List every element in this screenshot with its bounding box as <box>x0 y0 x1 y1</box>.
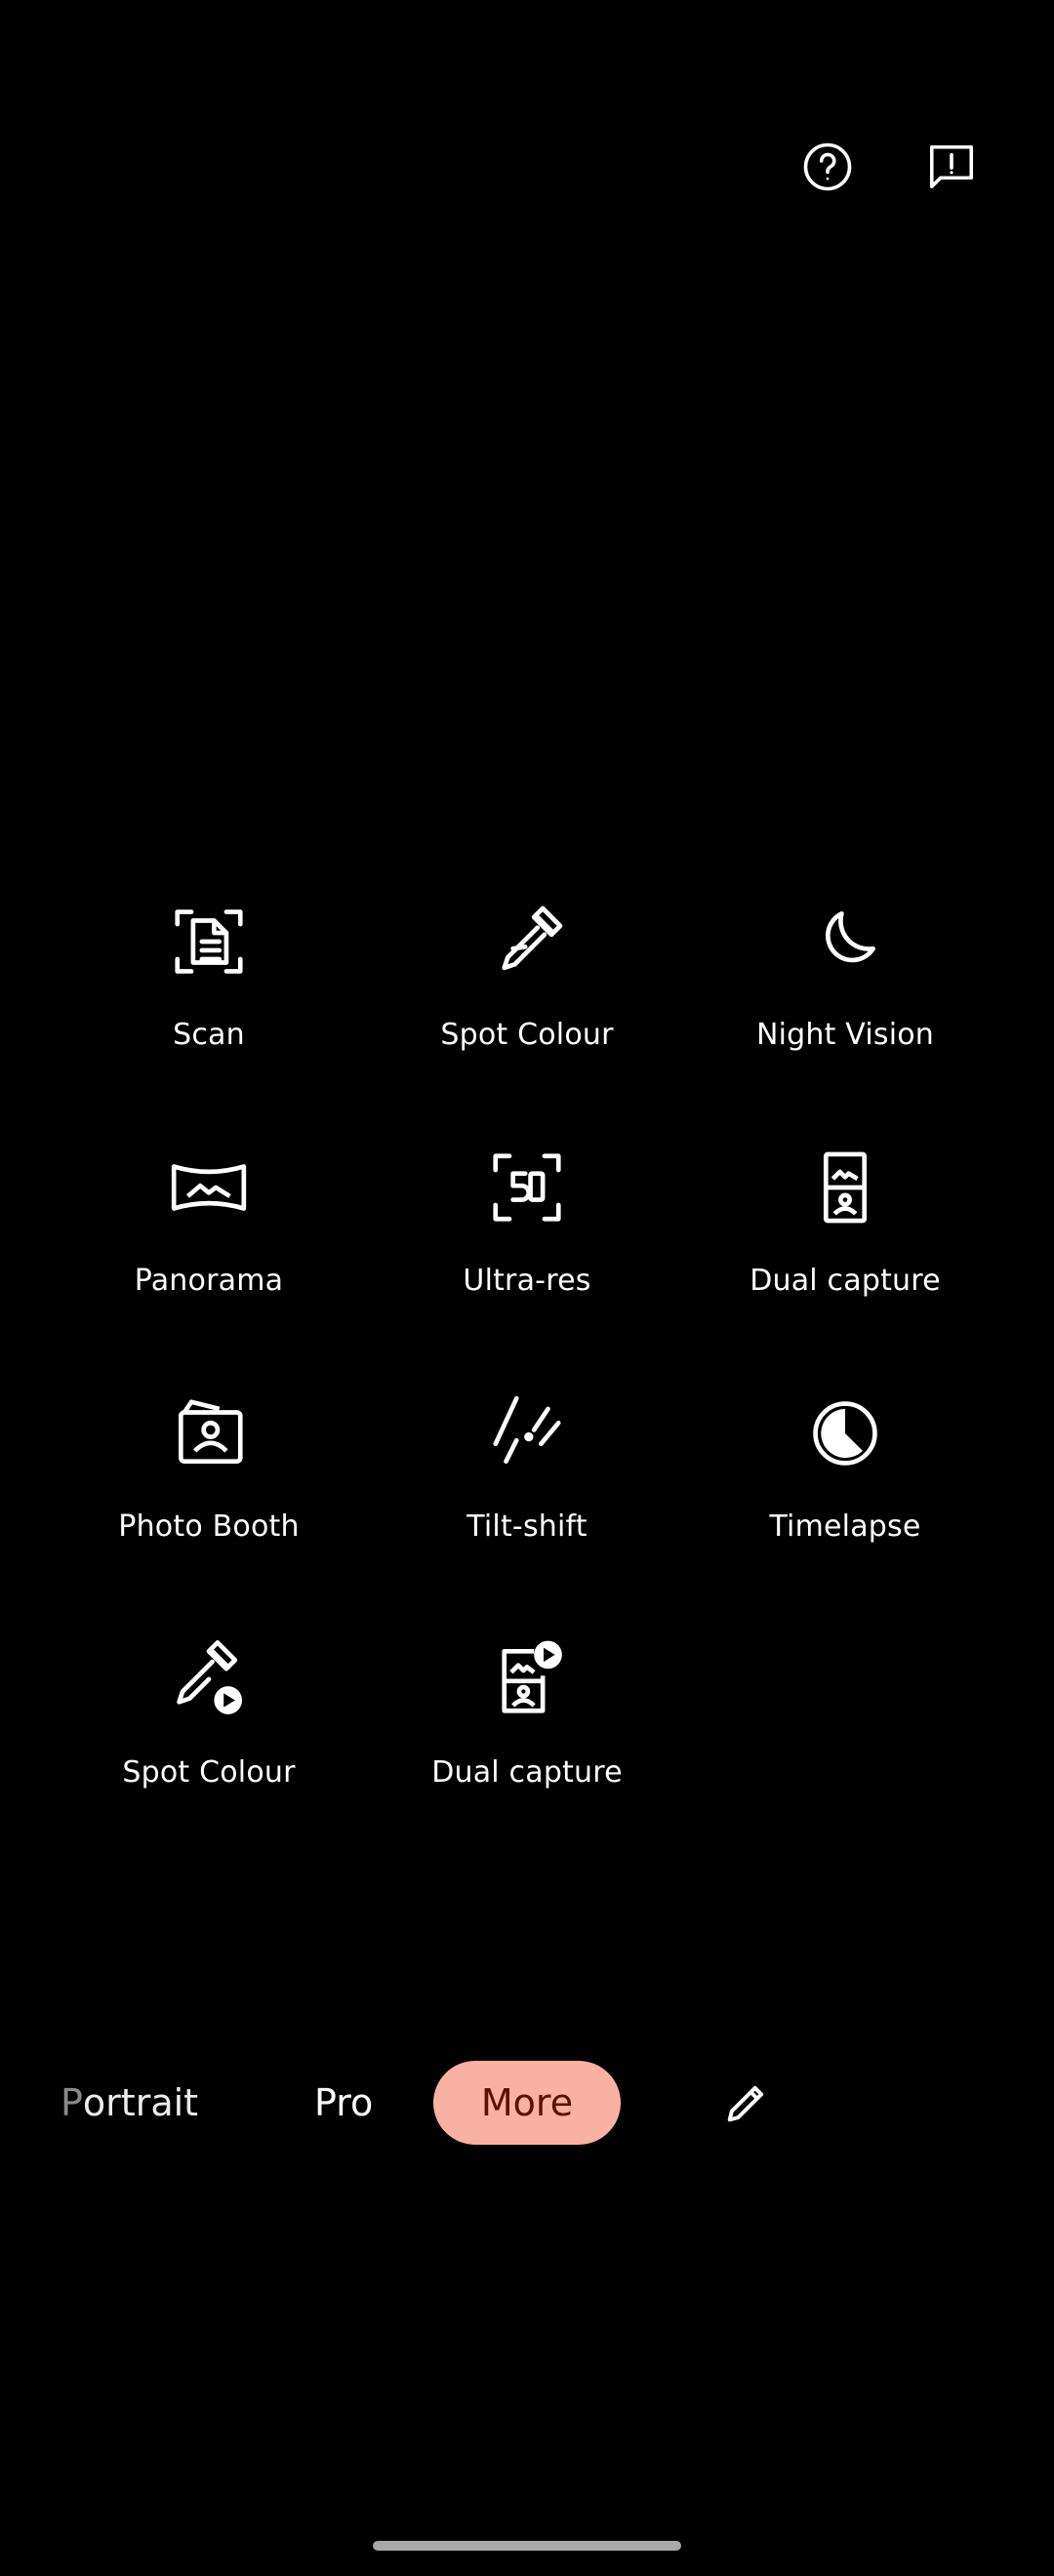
mode-ultra-res[interactable]: Ultra-res <box>368 1134 686 1329</box>
dual-capture-video-icon <box>473 1626 581 1733</box>
help-button[interactable] <box>793 133 862 201</box>
mode-dual-capture[interactable]: Dual capture <box>686 1134 1004 1329</box>
mode-label: Dual capture <box>750 1264 941 1298</box>
mode-tilt-shift[interactable]: Tilt-shift <box>368 1380 686 1575</box>
eyedropper-icon <box>473 888 581 995</box>
mode-label: Timelapse <box>769 1509 921 1544</box>
dual-capture-icon <box>791 1134 899 1241</box>
help-circle-icon <box>803 142 852 191</box>
mode-label: Spot Colour <box>122 1755 296 1790</box>
mode-panorama[interactable]: Panorama <box>50 1134 368 1329</box>
mode-tab-label: Pro <box>314 2081 374 2124</box>
mode-tab-label: More <box>480 2081 574 2124</box>
mode-tab-label-first-letter: P <box>61 2081 83 2124</box>
panorama-icon <box>155 1134 263 1241</box>
mode-tab-more[interactable]: More <box>433 2061 621 2145</box>
mode-tab-portrait[interactable]: Portrait <box>61 2061 198 2145</box>
mode-switcher: Portrait Pro More <box>0 2061 1054 2145</box>
eyedropper-video-icon <box>155 1626 263 1733</box>
mode-label: Photo Booth <box>118 1509 300 1544</box>
ultra-res-50-icon <box>473 1134 581 1241</box>
mode-label: Tilt-shift <box>466 1509 588 1544</box>
home-indicator[interactable] <box>373 2541 681 2551</box>
mode-label: Night Vision <box>755 1018 935 1052</box>
edit-modes-button[interactable] <box>712 2061 781 2145</box>
photo-booth-icon <box>155 1380 263 1487</box>
timelapse-icon <box>791 1380 899 1487</box>
mode-scan[interactable]: Scan <box>50 888 368 1083</box>
mode-dual-capture-video[interactable]: Dual capture <box>368 1626 686 1821</box>
document-scan-icon <box>155 888 263 995</box>
mode-spot-colour[interactable]: Spot Colour <box>368 888 686 1083</box>
mode-label: Scan <box>173 1018 245 1052</box>
feedback-button[interactable] <box>917 133 986 201</box>
mode-label: Dual capture <box>431 1755 623 1790</box>
mode-night-vision[interactable]: Night Vision <box>686 888 1004 1083</box>
mode-timelapse[interactable]: Timelapse <box>686 1380 1004 1575</box>
mode-label: Panorama <box>134 1264 284 1298</box>
mode-tab-pro[interactable]: Pro <box>314 2061 373 2145</box>
moon-icon <box>791 888 899 995</box>
camera-more-modes-screen: Scan Spot Colour Night Vision Panorama U… <box>0 0 1054 2576</box>
mode-label: Ultra-res <box>463 1264 591 1298</box>
mode-tab-label: ortrait <box>82 2081 199 2124</box>
mode-label: Spot Colour <box>440 1018 614 1052</box>
pencil-icon <box>727 2085 764 2122</box>
mode-spot-colour-video[interactable]: Spot Colour <box>50 1626 368 1821</box>
mode-photo-booth[interactable]: Photo Booth <box>50 1380 368 1575</box>
tilt-shift-icon <box>473 1380 581 1487</box>
feedback-icon <box>929 144 974 189</box>
